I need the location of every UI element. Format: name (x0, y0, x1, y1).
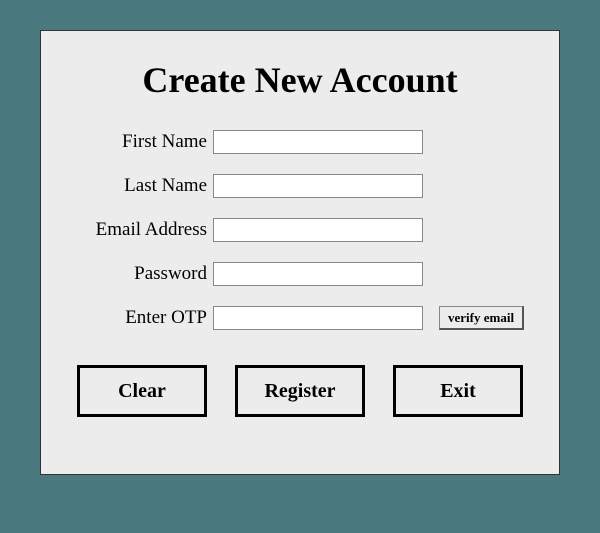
last-name-label: Last Name (73, 175, 213, 197)
first-name-row: First Name (73, 129, 527, 155)
otp-input[interactable] (213, 306, 423, 330)
exit-button[interactable]: Exit (393, 365, 523, 417)
email-label: Email Address (73, 219, 213, 241)
create-account-panel: Create New Account First Name Last Name … (40, 30, 560, 475)
clear-button[interactable]: Clear (77, 365, 207, 417)
form-fields: First Name Last Name Email Address Passw… (73, 129, 527, 331)
last-name-input[interactable] (213, 174, 423, 198)
password-input[interactable] (213, 262, 423, 286)
last-name-row: Last Name (73, 173, 527, 199)
otp-label: Enter OTP (73, 307, 213, 329)
first-name-input[interactable] (213, 130, 423, 154)
password-label: Password (73, 263, 213, 285)
email-row: Email Address (73, 217, 527, 243)
password-row: Password (73, 261, 527, 287)
verify-email-button[interactable]: verify email (439, 306, 524, 330)
page-title: Create New Account (73, 59, 527, 101)
action-buttons: Clear Register Exit (73, 365, 527, 417)
email-input[interactable] (213, 218, 423, 242)
first-name-label: First Name (73, 131, 213, 153)
otp-row: Enter OTP verify email (73, 305, 527, 331)
register-button[interactable]: Register (235, 365, 365, 417)
